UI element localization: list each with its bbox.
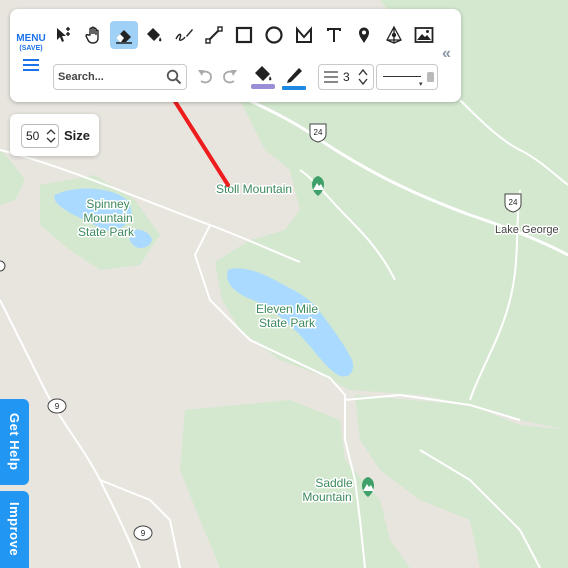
- map-pin-icon: [359, 27, 369, 43]
- svg-text:9: 9: [55, 402, 60, 411]
- line-width-stepper[interactable]: 3: [318, 64, 374, 90]
- circle-icon: [265, 26, 283, 44]
- fill-color-button[interactable]: [250, 63, 276, 93]
- lake-george-label: Lake George: [495, 224, 559, 236]
- road9-shield: 9: [133, 525, 153, 541]
- get-help-label: Get Help: [7, 413, 22, 471]
- line-width-value: 3: [343, 70, 350, 84]
- drawing-toolbar: MENU (SAVE) « Search... 3 ▾: [10, 9, 461, 102]
- 3d-shape-tool[interactable]: [380, 21, 408, 49]
- saddle-mountain-label-line1: Saddle: [315, 476, 353, 490]
- stepper-arrows-icon[interactable]: [45, 126, 57, 146]
- search-input[interactable]: [56, 68, 164, 86]
- svg-text:24: 24: [509, 198, 518, 207]
- eleven-mile-label-line1: Eleven Mile: [256, 302, 318, 316]
- rectangle-icon: [235, 26, 253, 44]
- size-value: 50: [26, 129, 40, 143]
- marker-tool[interactable]: [350, 21, 378, 49]
- select-move-icon: [57, 27, 70, 42]
- pan-tool[interactable]: [80, 21, 108, 49]
- collapse-toolbar-button[interactable]: «: [442, 45, 451, 63]
- image-tool[interactable]: [410, 21, 438, 49]
- us24-shield: 24: [309, 123, 327, 143]
- size-label: Size: [64, 128, 91, 143]
- text-tool[interactable]: [320, 21, 348, 49]
- rectangle-tool[interactable]: [230, 21, 258, 49]
- freehand-tool[interactable]: [170, 21, 198, 49]
- polygon-icon: [296, 26, 312, 43]
- lock-icon: [427, 72, 434, 82]
- svg-text:24: 24: [314, 128, 323, 137]
- eraser-tool[interactable]: [110, 21, 138, 49]
- paint-bucket-icon: [147, 28, 162, 42]
- svg-text:9: 9: [141, 529, 146, 538]
- line-tool[interactable]: [200, 21, 228, 49]
- stroke-color-button[interactable]: [281, 63, 307, 93]
- undo-icon[interactable]: [195, 67, 215, 87]
- menu-save-button[interactable]: MENU (SAVE): [14, 34, 48, 71]
- us24-shield: 24: [504, 193, 522, 213]
- eleven-mile-label-line2: State Park: [259, 316, 316, 330]
- improve-tab[interactable]: Improve: [0, 491, 29, 568]
- get-help-tab[interactable]: Get Help: [0, 399, 29, 485]
- road9-shield: 9: [47, 398, 67, 414]
- search-box: [53, 64, 187, 90]
- solid-line-preview: [383, 76, 421, 77]
- menu-label: MENU: [16, 33, 46, 44]
- spinney-label-line3: State Park: [78, 225, 135, 239]
- redo-icon[interactable]: [220, 67, 240, 87]
- spinney-label-line2: Mountain: [83, 211, 132, 225]
- saddle-mountain-label-line2: Mountain: [302, 490, 351, 504]
- polygon-tool[interactable]: [290, 21, 318, 49]
- size-panel: 50 Size: [10, 114, 99, 156]
- paint-bucket-icon: [255, 66, 270, 81]
- hamburger-icon: [23, 59, 39, 71]
- size-stepper[interactable]: 50: [21, 124, 59, 148]
- line-weight-icon: [324, 71, 338, 83]
- hand-icon: [85, 26, 99, 44]
- menu-sublabel: (SAVE): [19, 45, 43, 52]
- improve-label: Improve: [7, 502, 22, 557]
- pen-icon: [287, 68, 302, 83]
- stepper-arrows-icon[interactable]: [356, 66, 370, 88]
- line-icon: [205, 26, 223, 44]
- text-icon: [327, 28, 341, 42]
- fill-tool[interactable]: [140, 21, 168, 49]
- eraser-icon: [116, 30, 132, 44]
- line-style-select[interactable]: ▾: [376, 64, 438, 90]
- 3d-shape-icon: [386, 25, 402, 44]
- image-icon: [414, 27, 434, 43]
- search-icon[interactable]: [166, 69, 182, 85]
- select-move-tool[interactable]: [50, 21, 78, 49]
- spinney-label-line1: Spinney: [86, 197, 129, 211]
- freehand-pen-icon: [175, 29, 193, 41]
- chevron-down-icon: ▾: [419, 81, 423, 88]
- circle-tool[interactable]: [260, 21, 288, 49]
